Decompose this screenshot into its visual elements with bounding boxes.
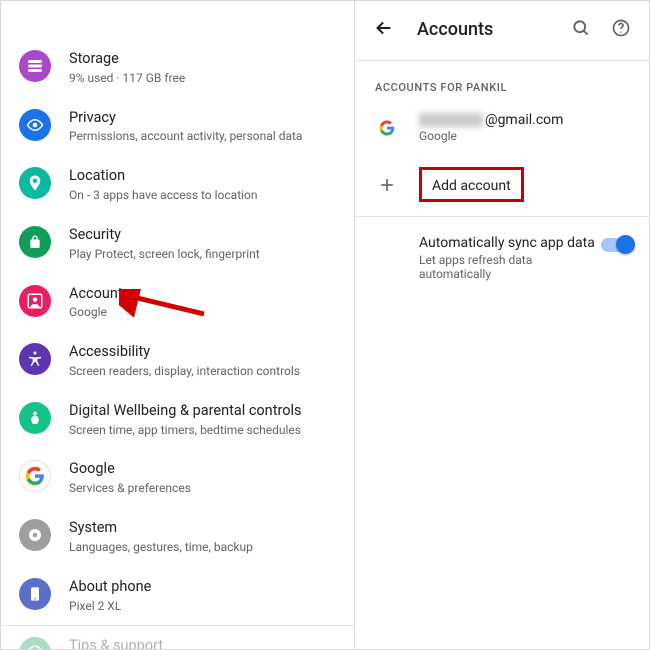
security-sub: Play Protect, screen lock, fingerprint [69, 246, 336, 263]
sync-toggle[interactable] [601, 238, 633, 252]
search-button[interactable] [571, 18, 591, 42]
security-icon [19, 226, 51, 258]
storage-sub: 9% used · 117 GB free [69, 70, 336, 87]
accounts-sub: Google [69, 304, 336, 321]
wellbeing-icon [19, 402, 51, 434]
accessibility-sub: Screen readers, display, interaction con… [69, 363, 336, 380]
account-provider: Google [419, 129, 563, 143]
accessibility-icon [19, 343, 51, 375]
add-account-label: Add account [432, 178, 511, 194]
privacy-icon [19, 109, 51, 141]
sidebar-item-accessibility[interactable]: Accessibility Screen readers, display, i… [1, 332, 354, 391]
storage-title: Storage [69, 50, 336, 69]
sidebar-item-security[interactable]: Security Play Protect, screen lock, fing… [1, 215, 354, 274]
tips-icon: ? [19, 637, 51, 649]
location-title: Location [69, 167, 336, 186]
privacy-title: Privacy [69, 109, 336, 128]
sidebar-item-accounts[interactable]: Accounts Google [1, 274, 354, 333]
help-button[interactable] [611, 18, 631, 42]
google-account-icon [373, 114, 401, 142]
security-title: Security [69, 226, 336, 245]
accessibility-title: Accessibility [69, 343, 336, 362]
google-sub: Services & preferences [69, 480, 336, 497]
sidebar-item-google[interactable]: Google Services & preferences [1, 449, 354, 508]
sidebar-item-privacy[interactable]: Privacy Permissions, account activity, p… [1, 98, 354, 157]
storage-icon [19, 50, 51, 82]
sync-sub: Let apps refresh data automatically [419, 253, 601, 281]
privacy-sub: Permissions, account activity, personal … [69, 128, 336, 145]
about-sub: Pixel 2 XL [69, 598, 336, 615]
sidebar-item-storage[interactable]: Storage 9% used · 117 GB free [1, 39, 354, 98]
detail-title: Accounts [417, 19, 551, 40]
accounts-detail-panel: Accounts ACCOUNTS FOR PANKIL @gmail.com … [355, 1, 649, 649]
back-button[interactable] [373, 17, 395, 43]
wellbeing-title: Digital Wellbeing & parental controls [69, 402, 336, 421]
sidebar-item-tips[interactable]: ? Tips & support Help articles, phone & … [1, 626, 354, 649]
sync-row: Automatically sync app data Let apps ref… [355, 217, 649, 299]
system-title: System [69, 519, 336, 538]
add-account-row[interactable]: Add account [355, 153, 649, 217]
about-icon [19, 578, 51, 610]
location-sub: On - 3 apps have access to location [69, 187, 336, 204]
system-sub: Languages, gestures, time, backup [69, 539, 336, 556]
detail-header: Accounts [355, 1, 649, 61]
accounts-title: Accounts [69, 285, 336, 304]
account-row-google[interactable]: @gmail.com Google [355, 102, 649, 153]
add-account-highlight: Add account [419, 167, 524, 202]
section-label: ACCOUNTS FOR PANKIL [355, 61, 649, 102]
sidebar-item-system[interactable]: System Languages, gestures, time, backup [1, 508, 354, 567]
accounts-icon [19, 285, 51, 317]
plus-icon [373, 171, 401, 199]
sync-title: Automatically sync app data [419, 235, 601, 251]
system-icon [19, 519, 51, 551]
tips-title: Tips & support [69, 637, 336, 649]
sidebar-item-about[interactable]: About phone Pixel 2 XL [1, 567, 354, 626]
wellbeing-sub: Screen time, app timers, bedtime schedul… [69, 422, 336, 439]
settings-list-panel: Storage 9% used · 117 GB free Privacy Pe… [1, 1, 355, 649]
sidebar-item-wellbeing[interactable]: Digital Wellbeing & parental controls Sc… [1, 391, 354, 450]
location-icon [19, 167, 51, 199]
google-title: Google [69, 460, 336, 479]
sidebar-item-location[interactable]: Location On - 3 apps have access to loca… [1, 156, 354, 215]
about-title: About phone [69, 578, 336, 597]
account-email: @gmail.com [419, 112, 563, 128]
google-icon [19, 460, 51, 492]
